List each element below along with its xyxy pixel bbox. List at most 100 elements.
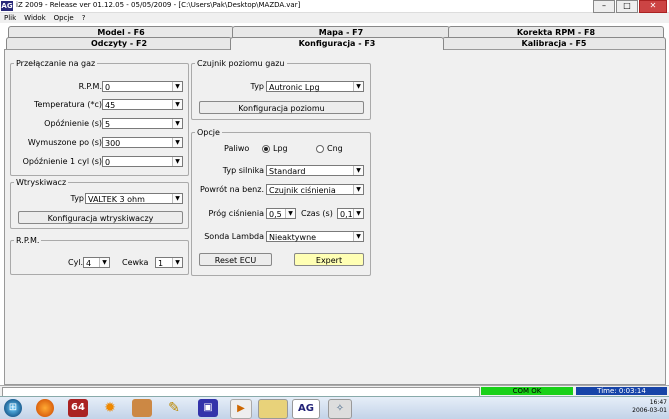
- temperature-value: 45: [105, 101, 116, 110]
- status-bar: COM OK Time: 0:03:14: [0, 385, 669, 397]
- time-value: 0,1: [340, 210, 353, 219]
- menu-help[interactable]: ?: [82, 13, 86, 23]
- rpm-value: 0: [105, 83, 111, 92]
- lambda-label: Sonda Lambda: [204, 232, 264, 241]
- firefox-icon[interactable]: [36, 399, 54, 417]
- fuel-cng-label: Cng: [327, 144, 343, 153]
- coil-select[interactable]: 1 ▼: [155, 257, 183, 268]
- chevron-down-icon: ▼: [172, 82, 182, 91]
- chevron-down-icon: ▼: [172, 157, 182, 166]
- level-type-value: Autronic Lpg: [269, 83, 320, 92]
- injector-type-label: Typ: [70, 194, 84, 203]
- tab-kalibracja[interactable]: Kalibracja - F5: [442, 37, 666, 49]
- sun-icon[interactable]: ✹: [100, 399, 120, 417]
- delay-value: 5: [105, 120, 111, 129]
- radio-empty-icon: [316, 144, 324, 153]
- close-button[interactable]: ✕: [639, 0, 667, 13]
- threshold-value: 0,5: [269, 210, 282, 219]
- coil-label: Cewka: [122, 258, 149, 267]
- level-type-select[interactable]: Autronic Lpg ▼: [266, 81, 364, 92]
- cyl1-delay-select[interactable]: 0 ▼: [102, 156, 183, 167]
- rpm-select[interactable]: 0 ▼: [102, 81, 183, 92]
- level-type-label: Typ: [250, 82, 264, 91]
- chevron-down-icon: ▼: [353, 209, 363, 218]
- chevron-down-icon: ▼: [172, 100, 182, 109]
- folder-icon[interactable]: [258, 399, 288, 419]
- cyl1-delay-label: Opóźnienie 1 cyl (s): [22, 157, 102, 166]
- menu-plik[interactable]: Plik: [4, 13, 16, 23]
- return-label: Powrót na benz.: [200, 185, 264, 194]
- tab-odczyty[interactable]: Odczyty - F2: [6, 37, 232, 49]
- injector-group: Wtryskiwacz Typ VALTEK 3 ohm ▼ Konfigurac…: [10, 178, 189, 229]
- time-select[interactable]: 0,1 ▼: [337, 208, 364, 219]
- coil-value: 1: [158, 259, 164, 268]
- menu-widok[interactable]: Widok: [24, 13, 46, 23]
- app-logo: AG: [1, 1, 13, 11]
- level-sensor-group: Czujnik poziomu gazu Typ Autronic Lpg ▼ K…: [191, 59, 371, 120]
- time-status: Time: 0:03:14: [576, 387, 667, 395]
- engine-type-value: Standard: [269, 167, 306, 176]
- start-icon[interactable]: ⊞: [4, 399, 22, 417]
- chevron-down-icon: ▼: [172, 258, 182, 267]
- engine-type-select[interactable]: Standard ▼: [266, 165, 364, 176]
- injector-title: Wtryskiwacz: [14, 178, 69, 187]
- taskbar: ⊞ 64 ✹ ✎ ▣ ▶ AG ✧ 16:47 2006-03-01: [0, 396, 669, 419]
- minimize-button[interactable]: –: [593, 0, 615, 13]
- temperature-select[interactable]: 45 ▼: [102, 99, 183, 110]
- cyl-value: 4: [86, 259, 92, 268]
- clock-date: 2006-03-01: [632, 407, 667, 414]
- book-icon[interactable]: [132, 399, 152, 417]
- options-group: Opcje Paliwo Lpg Cng Typ silnika Standar…: [191, 128, 371, 276]
- media-icon[interactable]: ▶: [230, 399, 252, 419]
- temperature-label: Temperatura (*c): [33, 100, 102, 109]
- chevron-down-icon: ▼: [172, 194, 182, 203]
- forced-after-select[interactable]: 300 ▼: [102, 137, 183, 148]
- expert-button[interactable]: Expert: [294, 253, 364, 266]
- tool-icon[interactable]: ✎: [164, 399, 184, 417]
- chevron-down-icon: ▼: [99, 258, 109, 267]
- 64-icon[interactable]: 64: [68, 399, 88, 417]
- injector-type-select[interactable]: VALTEK 3 ohm ▼: [85, 193, 183, 204]
- forced-after-label: Wymuszone po (s): [27, 138, 102, 147]
- level-config-button[interactable]: Konfiguracja poziomu: [199, 101, 364, 114]
- forced-after-value: 300: [105, 139, 121, 148]
- threshold-label: Próg ciśnienia: [208, 209, 264, 218]
- delay-select[interactable]: 5 ▼: [102, 118, 183, 129]
- time-label: Czas (s): [301, 209, 333, 218]
- fuel-lpg-label: Lpg: [273, 144, 288, 153]
- system-tray: 16:47 2006-03-01: [632, 399, 667, 417]
- clean-icon[interactable]: ✧: [328, 399, 352, 419]
- lambda-select[interactable]: Nieaktywne ▼: [266, 231, 364, 242]
- window-title: iZ 2009 - Release ver 01.12.05 - 05/05/2…: [16, 1, 301, 9]
- chevron-down-icon: ▼: [353, 232, 363, 241]
- rpm-group-title: R.P.M.: [14, 236, 42, 245]
- injector-type-value: VALTEK 3 ohm: [88, 195, 145, 204]
- threshold-select[interactable]: 0,5 ▼: [266, 208, 296, 219]
- maximize-button[interactable]: □: [616, 0, 638, 13]
- config-panel: Przełączanie na gaz R.P.M. 0 ▼ Temperatur…: [4, 49, 666, 385]
- chevron-down-icon: ▼: [285, 209, 295, 218]
- switching-group: Przełączanie na gaz R.P.M. 0 ▼ Temperatur…: [10, 59, 189, 176]
- switching-title: Przełączanie na gaz: [14, 59, 98, 68]
- cyl-select[interactable]: 4 ▼: [83, 257, 110, 268]
- fuel-label: Paliwo: [224, 144, 250, 153]
- fuel-cng-radio[interactable]: Cng: [316, 144, 343, 153]
- chevron-down-icon: ▼: [172, 138, 182, 147]
- chevron-down-icon: ▼: [172, 119, 182, 128]
- injector-config-button[interactable]: Konfiguracja wtryskiwaczy: [18, 211, 183, 224]
- options-title: Opcje: [195, 128, 222, 137]
- fuel-lpg-radio[interactable]: Lpg: [262, 144, 288, 153]
- menu-opcje[interactable]: Opcje: [54, 13, 74, 23]
- tab-konfiguracja[interactable]: Konfiguracja - F3: [230, 37, 444, 50]
- radio-selected-icon: [262, 144, 270, 153]
- return-select[interactable]: Czujnik ciśnienia ▼: [266, 184, 364, 195]
- cyl1-delay-value: 0: [105, 158, 111, 167]
- chevron-down-icon: ▼: [353, 82, 363, 91]
- reset-ecu-button[interactable]: Reset ECU: [199, 253, 272, 266]
- floppy-icon[interactable]: ▣: [198, 399, 218, 417]
- delay-label: Opóźnienie (s): [44, 119, 102, 128]
- ag-icon[interactable]: AG: [292, 399, 320, 419]
- clock-time: 16:47: [649, 399, 667, 406]
- window-controls: – □ ✕: [593, 0, 667, 13]
- rpm-label: R.P.M.: [78, 82, 102, 91]
